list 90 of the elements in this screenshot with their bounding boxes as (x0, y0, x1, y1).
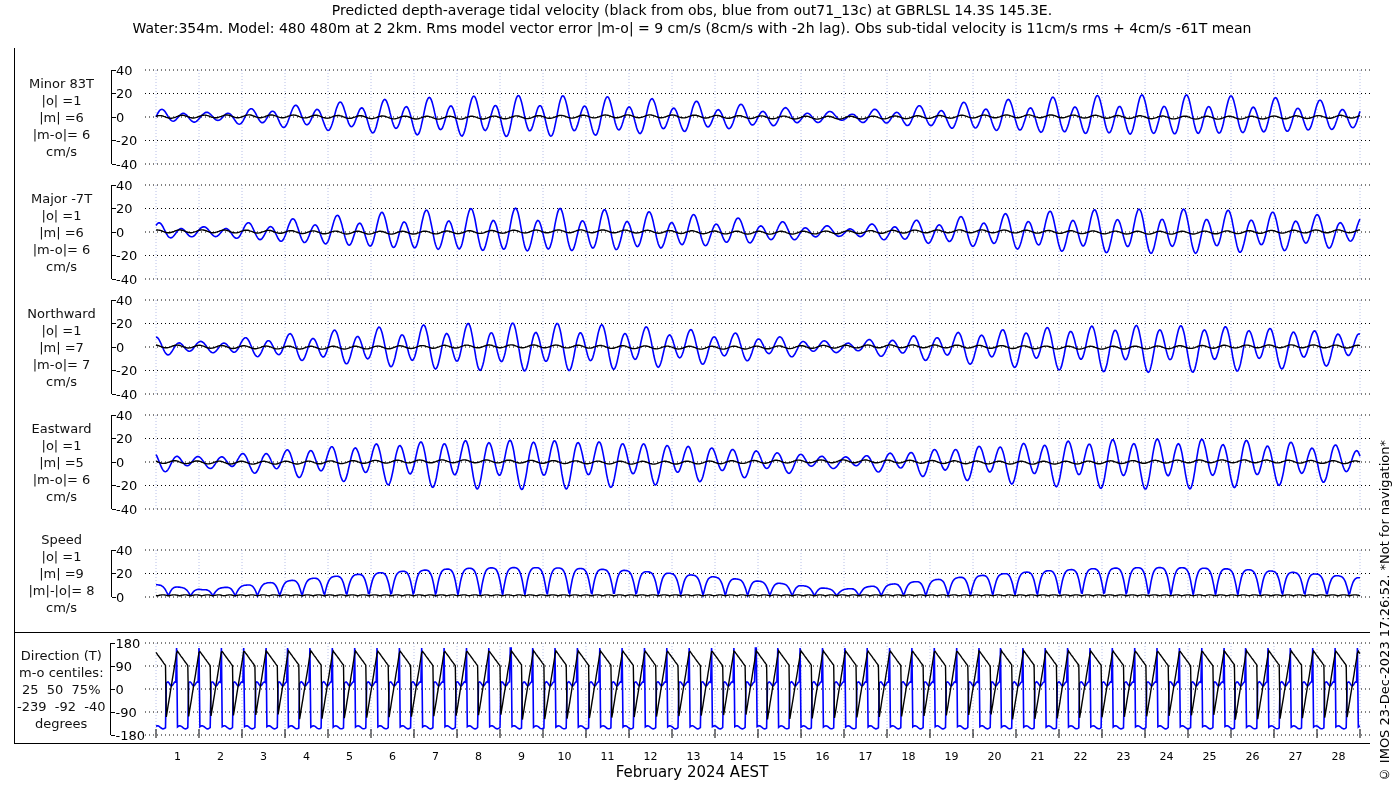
axis-tick-label: 40 (116, 543, 133, 557)
axis-tick-label: 16 (814, 750, 831, 763)
series-label: |m| =6 (39, 223, 84, 241)
axis-tick-label: 28 (1330, 750, 1347, 763)
axis-tick-label: 0 (116, 225, 125, 239)
series-label: |o| =1 (41, 548, 82, 565)
series-label: Minor 83T (29, 74, 94, 92)
chart-title: Predicted depth-average tidal velocity (black from obs, blue from out71_13c) at GBRLSL 14.3S 145.3E. (331, 1, 1053, 19)
series-label: cm/s (46, 599, 77, 616)
axis-tick-label: 15 (771, 750, 788, 763)
series-label: cm/s (46, 142, 77, 160)
axis-tick-label: 9 (517, 750, 526, 763)
series-label: |m-o|= 6 (32, 240, 91, 258)
series-label: |m| =6 (39, 108, 84, 126)
series-label: |o| =1 (41, 436, 82, 454)
axis-tick-label: 20 (116, 317, 133, 330)
series-label: |m|-|o|= 8 (28, 582, 95, 599)
axis-tick-label: 22 (1072, 750, 1089, 763)
axis-tick-label: 26 (1244, 750, 1261, 763)
chart-title: Water:354m. Model: 480 480m at 2 2km. Rms model vector error |m-o| = 9 cm/s (8cm/s with -2h lag). Obs sub-tidal velocity is 11cm/s rms + 4cm/s -61T mean (132, 19, 1252, 37)
axis-tick-label: 17 (857, 750, 874, 763)
axis-tick-label: -20 (116, 364, 138, 377)
axis-tick-label: 40 (116, 408, 133, 422)
axis-tick-label: -40 (116, 502, 138, 516)
x-axis-title: February 2024 AEST (615, 763, 769, 781)
axis-tick-label: 23 (1115, 750, 1132, 763)
axis-tick-label: 0 (116, 455, 125, 469)
series-label: |o| =1 (41, 206, 82, 224)
series-label: |o| =1 (41, 91, 82, 109)
axis-tick-label: 4 (302, 750, 311, 763)
axis-tick-label: 11 (599, 750, 616, 763)
copyright-note: © IMOS 23-Dec-2023 17:26:52. *Not for navigation* (1377, 439, 1393, 782)
series-label: |o| =1 (41, 321, 82, 339)
axis-tick-label: 10 (556, 750, 573, 763)
series-label: |m-o|= 6 (32, 470, 91, 488)
axis-tick-label: 18 (900, 750, 917, 763)
axis-tick-label: 12 (642, 750, 659, 763)
axis-tick-label: 40 (116, 178, 133, 192)
axis-tick-label: 21 (1029, 750, 1046, 763)
axis-tick-label: -40 (116, 272, 138, 286)
series-label: |m| =7 (39, 338, 84, 356)
series-label: 25 50 75% (22, 680, 101, 698)
series-label: cm/s (46, 257, 77, 275)
series-label: |m| =5 (39, 453, 84, 471)
series-label: -239 -92 -40 (17, 697, 106, 715)
axis-tick-label: 27 (1287, 750, 1304, 763)
axis-tick-label: -20 (116, 134, 138, 147)
axis-tick-label: 5 (345, 750, 354, 763)
axis-tick-label: 14 (728, 750, 745, 763)
axis-tick-label: -20 (116, 249, 138, 262)
axis-tick-label: 13 (685, 750, 702, 763)
axis-tick-label: 6 (388, 750, 397, 763)
axis-tick-label: 0 (116, 110, 125, 124)
axis-tick-label: 3 (259, 750, 268, 763)
series-label: Speed (41, 531, 82, 548)
series-label: |m-o|= 6 (32, 125, 91, 143)
series-label: cm/s (46, 372, 77, 390)
series-label: m-o centiles: (18, 663, 104, 681)
axis-tick-label: -40 (116, 387, 138, 401)
axis-tick-label: 19 (943, 750, 960, 763)
axis-tick-label: 20 (116, 202, 133, 215)
axis-tick-label: -40 (116, 157, 138, 171)
series-label: Direction (T) (20, 646, 102, 664)
series-label: Major -7T (30, 189, 93, 207)
axis-tick-label: 1 (173, 750, 182, 763)
axis-tick-label: -20 (116, 479, 138, 492)
series-label: cm/s (46, 487, 77, 505)
axis-tick-label: -90 (115, 705, 137, 719)
axis-tick-label: 0 (116, 590, 125, 604)
axis-tick-label: 2 (216, 750, 225, 763)
series-label: |m-o|= 7 (32, 355, 91, 373)
axis-tick-label: 20 (116, 432, 133, 445)
axis-tick-label: 25 (1201, 750, 1218, 763)
axis-tick-label: 24 (1158, 750, 1175, 763)
axis-tick-label: -180 (115, 728, 145, 742)
axis-tick-label: 40 (116, 293, 133, 307)
series-label: Eastward (31, 419, 92, 437)
series-label: Northward (27, 304, 96, 322)
axis-tick-label: 20 (986, 750, 1003, 763)
axis-tick-label: 180 (115, 636, 141, 650)
series-label: |m| =9 (39, 565, 84, 582)
axis-tick-label: 0 (115, 682, 124, 696)
axis-tick-label: 0 (116, 340, 125, 354)
axis-tick-label: 20 (116, 567, 133, 580)
axis-tick-label: 20 (116, 87, 133, 100)
axis-tick-label: 90 (115, 659, 133, 673)
axis-tick-label: 7 (431, 750, 440, 763)
axis-tick-label: 8 (474, 750, 483, 763)
series-label: degrees (35, 714, 88, 732)
axis-tick-label: 40 (116, 63, 133, 77)
